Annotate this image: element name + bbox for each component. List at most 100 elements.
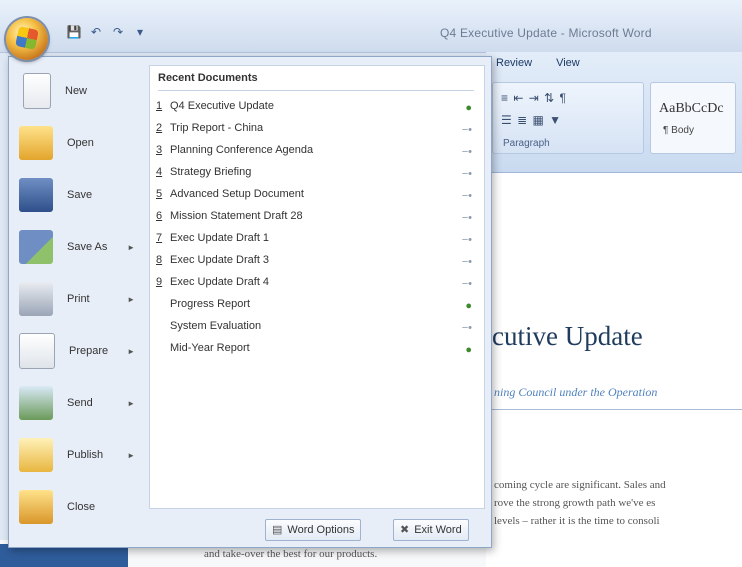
- tab-view[interactable]: View: [556, 52, 580, 74]
- print-icon: [19, 282, 53, 316]
- pin-icon[interactable]: −•: [462, 322, 472, 334]
- office-button[interactable]: [6, 18, 48, 60]
- open-folder-icon: [19, 126, 53, 160]
- recent-number: 5: [156, 188, 163, 200]
- divider: [492, 409, 742, 410]
- recent-document[interactable]: 7 Exec Update Draft 1 −•: [156, 232, 478, 254]
- menu-item-open[interactable]: Open: [11, 117, 143, 169]
- pin-icon[interactable]: −•: [462, 234, 472, 246]
- recent-document[interactable]: 2 Trip Report - China −•: [156, 122, 478, 144]
- office-menu: New Open Save Save As ► Print ► Prepare …: [8, 56, 492, 548]
- recent-number: 7: [156, 232, 163, 244]
- recent-document[interactable]: 3 Planning Conference Agenda −•: [156, 144, 478, 166]
- pin-icon[interactable]: −•: [462, 190, 472, 202]
- new-document-icon: [23, 73, 51, 109]
- title-bar: 💾 ↶ ↷ ▾ Q4 Executive Update - Microsoft …: [0, 0, 742, 53]
- recent-document[interactable]: 8 Exec Update Draft 3 −•: [156, 254, 478, 276]
- menu-item-new[interactable]: New: [11, 65, 143, 117]
- pin-icon[interactable]: −•: [462, 256, 472, 268]
- document-subtitle: ning Council under the Operation: [494, 385, 658, 399]
- recent-document[interactable]: 6 Mission Statement Draft 28 −•: [156, 210, 478, 232]
- recent-document[interactable]: Progress Report ●: [156, 298, 478, 320]
- recent-document[interactable]: 9 Exec Update Draft 4 −•: [156, 276, 478, 298]
- style-sample: AaBbCcDc: [659, 101, 724, 116]
- menu-item-label: Publish: [67, 449, 104, 461]
- recent-number: 1: [156, 100, 163, 112]
- paragraph-controls-row2[interactable]: ☰ ≣ ▦ ▼: [501, 113, 562, 127]
- menu-item-label: Send: [67, 397, 93, 409]
- recent-name: Mission Statement Draft 28: [170, 210, 303, 222]
- menu-item-prepare[interactable]: Prepare ►: [11, 325, 143, 377]
- menu-item-publish[interactable]: Publish ►: [11, 429, 143, 481]
- menu-item-label: Save: [67, 189, 93, 201]
- save-icon[interactable]: 💾: [66, 24, 82, 40]
- menu-item-label: Prepare: [69, 345, 109, 357]
- recent-name: Strategy Briefing: [170, 166, 252, 178]
- recent-name: System Evaluation: [170, 320, 262, 332]
- tab-review[interactable]: Review: [496, 52, 532, 74]
- pin-icon[interactable]: −•: [462, 212, 472, 224]
- recent-name: Planning Conference Agenda: [170, 144, 314, 156]
- recent-name: Exec Update Draft 3: [170, 254, 270, 266]
- quick-access-toolbar: 💾 ↶ ↷ ▾: [66, 24, 148, 40]
- redo-icon[interactable]: ↷: [110, 24, 126, 40]
- recent-number: 6: [156, 210, 163, 222]
- pin-icon[interactable]: −•: [462, 168, 472, 180]
- body-line: levels – rather it is the time to consol…: [494, 515, 660, 527]
- paragraph-controls-row1[interactable]: ≡ ⇤ ⇥ ⇅ ¶: [501, 91, 567, 105]
- document-page[interactable]: cutive Update ning Council under the Ope…: [486, 173, 742, 567]
- send-icon: [19, 386, 53, 420]
- ribbon-tabs: Review View: [486, 52, 742, 74]
- exit-word-label: Exit Word: [414, 524, 462, 536]
- menu-item-send[interactable]: Send ►: [11, 377, 143, 429]
- menu-commands: New Open Save Save As ► Print ► Prepare …: [11, 65, 143, 524]
- recent-name: Exec Update Draft 1: [170, 232, 270, 244]
- pin-icon[interactable]: ●: [465, 344, 472, 356]
- menu-item-save-as[interactable]: Save As ►: [11, 221, 143, 273]
- menu-item-label: New: [65, 85, 88, 97]
- group-label: Paragraph: [503, 138, 550, 149]
- styles-gallery[interactable]: AaBbCcDc ¶ Body: [650, 82, 736, 154]
- prepare-icon: [19, 333, 55, 369]
- recent-number: 9: [156, 276, 163, 288]
- recent-number: 2: [156, 122, 163, 134]
- word-options-button[interactable]: ▤ Word Options: [265, 519, 362, 541]
- pin-icon[interactable]: −•: [462, 146, 472, 158]
- recent-name: Progress Report: [170, 298, 251, 310]
- submenu-arrow-icon: ►: [127, 294, 135, 304]
- menu-item-print[interactable]: Print ►: [11, 273, 143, 325]
- recent-document[interactable]: Mid-Year Report ●: [156, 342, 478, 364]
- pin-icon[interactable]: −•: [462, 124, 472, 136]
- recent-document[interactable]: 5 Advanced Setup Document −•: [156, 188, 478, 210]
- recent-name: Trip Report - China: [170, 122, 264, 134]
- exit-icon: ✖: [400, 524, 410, 536]
- pin-icon[interactable]: −•: [462, 278, 472, 290]
- recent-number: 4: [156, 166, 163, 178]
- paragraph-group: ≡ ⇤ ⇥ ⇅ ¶ ☰ ≣ ▦ ▼ Paragraph: [492, 82, 644, 154]
- recent-name: Q4 Executive Update: [170, 100, 274, 112]
- submenu-arrow-icon: ►: [127, 242, 135, 252]
- recent-name: Exec Update Draft 4: [170, 276, 270, 288]
- menu-footer: ▤ Word Options ✖ Exit Word: [11, 515, 487, 543]
- menu-item-label: Close: [67, 501, 96, 513]
- options-icon: ▤: [272, 524, 283, 536]
- recent-document[interactable]: System Evaluation −•: [156, 320, 478, 342]
- recent-documents-panel: Recent Documents 1 Q4 Executive Update ● …: [149, 65, 485, 509]
- document-heading: cutive Update: [492, 321, 643, 351]
- pin-icon[interactable]: ●: [465, 102, 472, 114]
- exit-word-button[interactable]: ✖ Exit Word: [393, 519, 469, 541]
- body-line-bottom: and take-over the best for our products.: [204, 548, 378, 560]
- menu-item-save[interactable]: Save: [11, 169, 143, 221]
- submenu-arrow-icon: ►: [127, 398, 135, 408]
- menu-item-label: Open: [67, 137, 94, 149]
- save-icon: [19, 178, 53, 212]
- customize-icon[interactable]: ▾: [132, 24, 148, 40]
- pin-icon[interactable]: ●: [465, 300, 472, 312]
- ribbon: Review View ≡ ⇤ ⇥ ⇅ ¶ ☰ ≣ ▦ ▼ Paragraph …: [486, 52, 742, 173]
- recent-document[interactable]: 1 Q4 Executive Update ●: [156, 100, 478, 122]
- recent-documents-header: Recent Documents: [158, 72, 474, 91]
- menu-item-label: Print: [67, 293, 90, 305]
- recent-document[interactable]: 4 Strategy Briefing −•: [156, 166, 478, 188]
- recent-name: Advanced Setup Document: [170, 188, 304, 200]
- undo-icon[interactable]: ↶: [88, 24, 104, 40]
